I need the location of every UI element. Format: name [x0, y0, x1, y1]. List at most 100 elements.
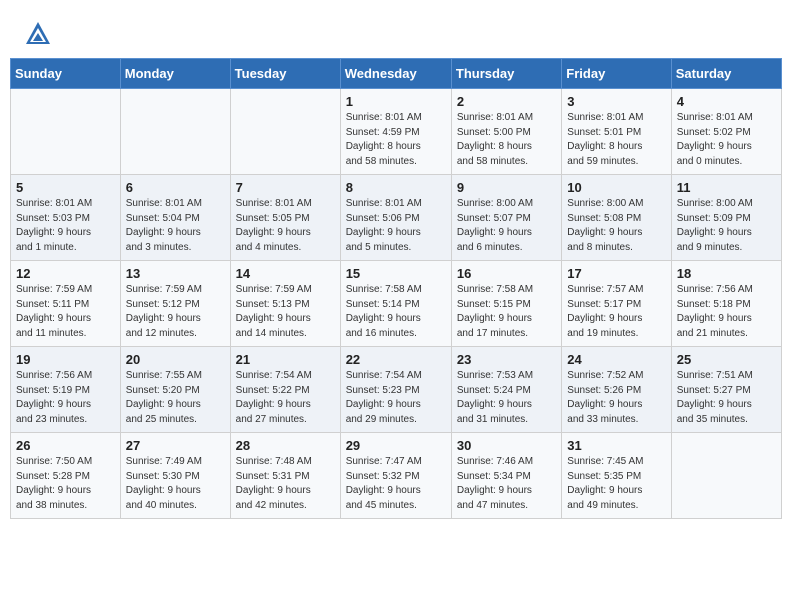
day-info: Sunrise: 7:59 AM Sunset: 5:11 PM Dayligh…	[16, 283, 115, 341]
day-info: Sunrise: 7:52 AM Sunset: 5:26 PM Dayligh…	[567, 369, 665, 427]
day-number: 8	[346, 180, 446, 195]
day-info: Sunrise: 8:00 AM Sunset: 5:09 PM Dayligh…	[677, 197, 776, 255]
day-info: Sunrise: 8:01 AM Sunset: 5:01 PM Dayligh…	[567, 111, 665, 169]
week-row-3: 12 Sunrise: 7:59 AM Sunset: 5:11 PM Dayli…	[11, 261, 782, 347]
day-number: 28	[236, 438, 335, 453]
day-number: 4	[677, 94, 776, 109]
day-number: 30	[457, 438, 556, 453]
day-cell: 21 Sunrise: 7:54 AM Sunset: 5:22 PM Dayli…	[230, 347, 340, 433]
day-cell: 15Sunrise: 7:58 AM Sunset: 5:14 PM Dayli…	[340, 261, 451, 347]
day-cell: 26 Sunrise: 7:50 AM Sunset: 5:28 PM Dayli…	[11, 433, 121, 519]
day-cell	[120, 89, 230, 175]
day-info: Sunrise: 8:01 AM Sunset: 5:05 PM Dayligh…	[236, 197, 335, 255]
day-number: 14	[236, 266, 335, 281]
day-info: Sunrise: 7:48 AM Sunset: 5:31 PM Dayligh…	[236, 455, 335, 513]
day-cell: 30Sunrise: 7:46 AM Sunset: 5:34 PM Dayli…	[451, 433, 561, 519]
day-info: Sunrise: 8:01 AM Sunset: 5:04 PM Dayligh…	[126, 197, 225, 255]
day-number: 6	[126, 180, 225, 195]
day-info: Sunrise: 7:58 AM Sunset: 5:14 PM Dayligh…	[346, 283, 446, 341]
day-info: Sunrise: 8:00 AM Sunset: 5:07 PM Dayligh…	[457, 197, 556, 255]
weekday-header-row: SundayMondayTuesdayWednesdayThursdayFrid…	[11, 59, 782, 89]
day-info: Sunrise: 7:50 AM Sunset: 5:28 PM Dayligh…	[16, 455, 115, 513]
day-cell: 12 Sunrise: 7:59 AM Sunset: 5:11 PM Dayli…	[11, 261, 121, 347]
day-cell: 3 Sunrise: 8:01 AM Sunset: 5:01 PM Daylig…	[562, 89, 671, 175]
day-number: 23	[457, 352, 556, 367]
day-number: 2	[457, 94, 556, 109]
day-cell: 17 Sunrise: 7:57 AM Sunset: 5:17 PM Dayli…	[562, 261, 671, 347]
weekday-header-saturday: Saturday	[671, 59, 781, 89]
day-number: 11	[677, 180, 776, 195]
day-number: 31	[567, 438, 665, 453]
week-row-5: 26 Sunrise: 7:50 AM Sunset: 5:28 PM Dayli…	[11, 433, 782, 519]
logo	[24, 18, 56, 48]
day-cell	[11, 89, 121, 175]
day-info: Sunrise: 7:56 AM Sunset: 5:19 PM Dayligh…	[16, 369, 115, 427]
day-info: Sunrise: 7:59 AM Sunset: 5:13 PM Dayligh…	[236, 283, 335, 341]
day-cell: 20Sunrise: 7:55 AM Sunset: 5:20 PM Dayli…	[120, 347, 230, 433]
day-cell: 2 Sunrise: 8:01 AM Sunset: 5:00 PM Daylig…	[451, 89, 561, 175]
day-info: Sunrise: 8:01 AM Sunset: 4:59 PM Dayligh…	[346, 111, 446, 169]
page: SundayMondayTuesdayWednesdayThursdayFrid…	[0, 0, 792, 612]
day-info: Sunrise: 7:56 AM Sunset: 5:18 PM Dayligh…	[677, 283, 776, 341]
day-info: Sunrise: 7:55 AM Sunset: 5:20 PM Dayligh…	[126, 369, 225, 427]
day-info: Sunrise: 7:54 AM Sunset: 5:22 PM Dayligh…	[236, 369, 335, 427]
day-cell: 1 Sunrise: 8:01 AM Sunset: 4:59 PM Daylig…	[340, 89, 451, 175]
day-cell: 4 Sunrise: 8:01 AM Sunset: 5:02 PM Daylig…	[671, 89, 781, 175]
weekday-header-wednesday: Wednesday	[340, 59, 451, 89]
day-cell: 24 Sunrise: 7:52 AM Sunset: 5:26 PM Dayli…	[562, 347, 671, 433]
day-number: 25	[677, 352, 776, 367]
day-number: 17	[567, 266, 665, 281]
day-number: 26	[16, 438, 115, 453]
day-cell: 10Sunrise: 8:00 AM Sunset: 5:08 PM Dayli…	[562, 175, 671, 261]
day-info: Sunrise: 8:01 AM Sunset: 5:02 PM Dayligh…	[677, 111, 776, 169]
day-cell: 22 Sunrise: 7:54 AM Sunset: 5:23 PM Dayli…	[340, 347, 451, 433]
day-cell: 7 Sunrise: 8:01 AM Sunset: 5:05 PM Daylig…	[230, 175, 340, 261]
day-cell: 6 Sunrise: 8:01 AM Sunset: 5:04 PM Daylig…	[120, 175, 230, 261]
day-number: 1	[346, 94, 446, 109]
day-info: Sunrise: 7:51 AM Sunset: 5:27 PM Dayligh…	[677, 369, 776, 427]
day-info: Sunrise: 7:49 AM Sunset: 5:30 PM Dayligh…	[126, 455, 225, 513]
week-row-4: 19 Sunrise: 7:56 AM Sunset: 5:19 PM Dayli…	[11, 347, 782, 433]
day-cell: 18Sunrise: 7:56 AM Sunset: 5:18 PM Dayli…	[671, 261, 781, 347]
day-info: Sunrise: 8:01 AM Sunset: 5:00 PM Dayligh…	[457, 111, 556, 169]
day-cell: 16Sunrise: 7:58 AM Sunset: 5:15 PM Dayli…	[451, 261, 561, 347]
week-row-2: 5Sunrise: 8:01 AM Sunset: 5:03 PM Daylig…	[11, 175, 782, 261]
day-cell	[230, 89, 340, 175]
day-cell: 27 Sunrise: 7:49 AM Sunset: 5:30 PM Dayli…	[120, 433, 230, 519]
logo-icon	[24, 20, 52, 48]
day-cell: 14 Sunrise: 7:59 AM Sunset: 5:13 PM Dayli…	[230, 261, 340, 347]
day-number: 24	[567, 352, 665, 367]
day-number: 22	[346, 352, 446, 367]
day-number: 10	[567, 180, 665, 195]
day-info: Sunrise: 7:45 AM Sunset: 5:35 PM Dayligh…	[567, 455, 665, 513]
weekday-header-thursday: Thursday	[451, 59, 561, 89]
day-cell: 31 Sunrise: 7:45 AM Sunset: 5:35 PM Dayli…	[562, 433, 671, 519]
header	[0, 0, 792, 58]
day-cell: 28 Sunrise: 7:48 AM Sunset: 5:31 PM Dayli…	[230, 433, 340, 519]
day-cell: 25 Sunrise: 7:51 AM Sunset: 5:27 PM Dayli…	[671, 347, 781, 433]
day-number: 27	[126, 438, 225, 453]
day-number: 3	[567, 94, 665, 109]
day-number: 5	[16, 180, 115, 195]
day-cell: 11 Sunrise: 8:00 AM Sunset: 5:09 PM Dayli…	[671, 175, 781, 261]
day-cell: 29 Sunrise: 7:47 AM Sunset: 5:32 PM Dayli…	[340, 433, 451, 519]
day-cell: 19 Sunrise: 7:56 AM Sunset: 5:19 PM Dayli…	[11, 347, 121, 433]
day-number: 21	[236, 352, 335, 367]
day-info: Sunrise: 7:53 AM Sunset: 5:24 PM Dayligh…	[457, 369, 556, 427]
calendar-table: SundayMondayTuesdayWednesdayThursdayFrid…	[10, 58, 782, 519]
weekday-header-friday: Friday	[562, 59, 671, 89]
day-number: 16	[457, 266, 556, 281]
day-number: 12	[16, 266, 115, 281]
day-number: 7	[236, 180, 335, 195]
day-cell: 5Sunrise: 8:01 AM Sunset: 5:03 PM Daylig…	[11, 175, 121, 261]
day-number: 13	[126, 266, 225, 281]
day-cell: 13Sunrise: 7:59 AM Sunset: 5:12 PM Dayli…	[120, 261, 230, 347]
day-info: Sunrise: 7:54 AM Sunset: 5:23 PM Dayligh…	[346, 369, 446, 427]
weekday-header-monday: Monday	[120, 59, 230, 89]
day-info: Sunrise: 8:01 AM Sunset: 5:06 PM Dayligh…	[346, 197, 446, 255]
day-number: 19	[16, 352, 115, 367]
day-info: Sunrise: 7:47 AM Sunset: 5:32 PM Dayligh…	[346, 455, 446, 513]
day-cell: 23 Sunrise: 7:53 AM Sunset: 5:24 PM Dayli…	[451, 347, 561, 433]
day-number: 29	[346, 438, 446, 453]
day-info: Sunrise: 7:57 AM Sunset: 5:17 PM Dayligh…	[567, 283, 665, 341]
